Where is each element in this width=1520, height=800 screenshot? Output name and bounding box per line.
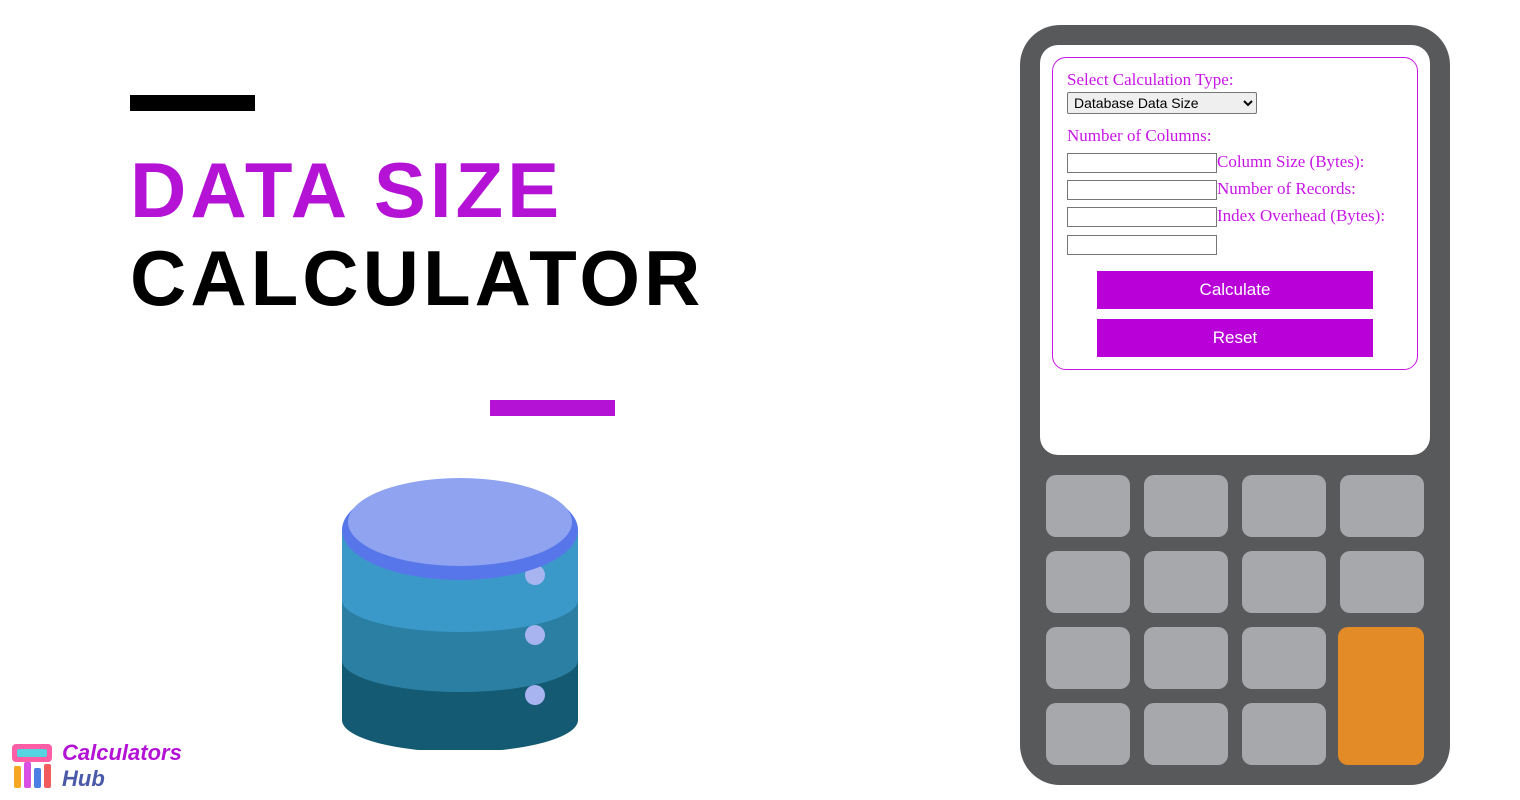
form-panel: Select Calculation Type: Database Data S… — [1052, 57, 1418, 370]
keypad-key[interactable] — [1144, 703, 1228, 765]
keypad-key[interactable] — [1144, 627, 1228, 689]
column-size-label: Column Size (Bytes): — [1217, 152, 1364, 171]
accent-bar-bottom — [490, 400, 615, 416]
keypad-key[interactable] — [1046, 703, 1130, 765]
select-calc-type-label: Select Calculation Type: — [1067, 70, 1403, 90]
title-line2: CALCULATOR — [130, 239, 704, 317]
keypad-key[interactable] — [1242, 703, 1326, 765]
title-block: DATA SIZE CALCULATOR — [130, 95, 704, 317]
keypad-key[interactable] — [1340, 551, 1424, 613]
num-columns-input[interactable] — [1067, 153, 1217, 173]
keypad — [1040, 475, 1430, 765]
keypad-key[interactable] — [1340, 475, 1424, 537]
keypad-key[interactable] — [1046, 551, 1130, 613]
column-size-input[interactable] — [1067, 180, 1217, 200]
calc-type-select[interactable]: Database Data Size — [1067, 92, 1257, 114]
calculator-device: Select Calculation Type: Database Data S… — [1020, 25, 1450, 785]
num-records-input[interactable] — [1067, 207, 1217, 227]
calculator-screen: Select Calculation Type: Database Data S… — [1040, 45, 1430, 455]
logo: Calculators Hub — [8, 740, 182, 792]
reset-button[interactable]: Reset — [1097, 319, 1373, 357]
accent-bar-top — [130, 95, 255, 111]
index-overhead-input[interactable] — [1067, 235, 1217, 255]
keypad-key[interactable] — [1144, 475, 1228, 537]
inline-fields: Column Size (Bytes): Number of Records: … — [1067, 148, 1403, 257]
keypad-equals-key[interactable] — [1338, 627, 1425, 765]
keypad-key[interactable] — [1046, 475, 1130, 537]
logo-text: Calculators Hub — [62, 740, 182, 792]
database-icon — [320, 430, 600, 750]
num-columns-label: Number of Columns: — [1067, 126, 1403, 146]
logo-icon — [8, 742, 56, 790]
title-line1: DATA SIZE — [130, 151, 704, 229]
keypad-key[interactable] — [1242, 627, 1326, 689]
keypad-key[interactable] — [1046, 627, 1130, 689]
num-records-label: Number of Records: — [1217, 179, 1356, 198]
index-overhead-label: Index Overhead (Bytes): — [1217, 206, 1385, 225]
keypad-key[interactable] — [1242, 551, 1326, 613]
keypad-key[interactable] — [1242, 475, 1326, 537]
keypad-key[interactable] — [1144, 551, 1228, 613]
calculate-button[interactable]: Calculate — [1097, 271, 1373, 309]
